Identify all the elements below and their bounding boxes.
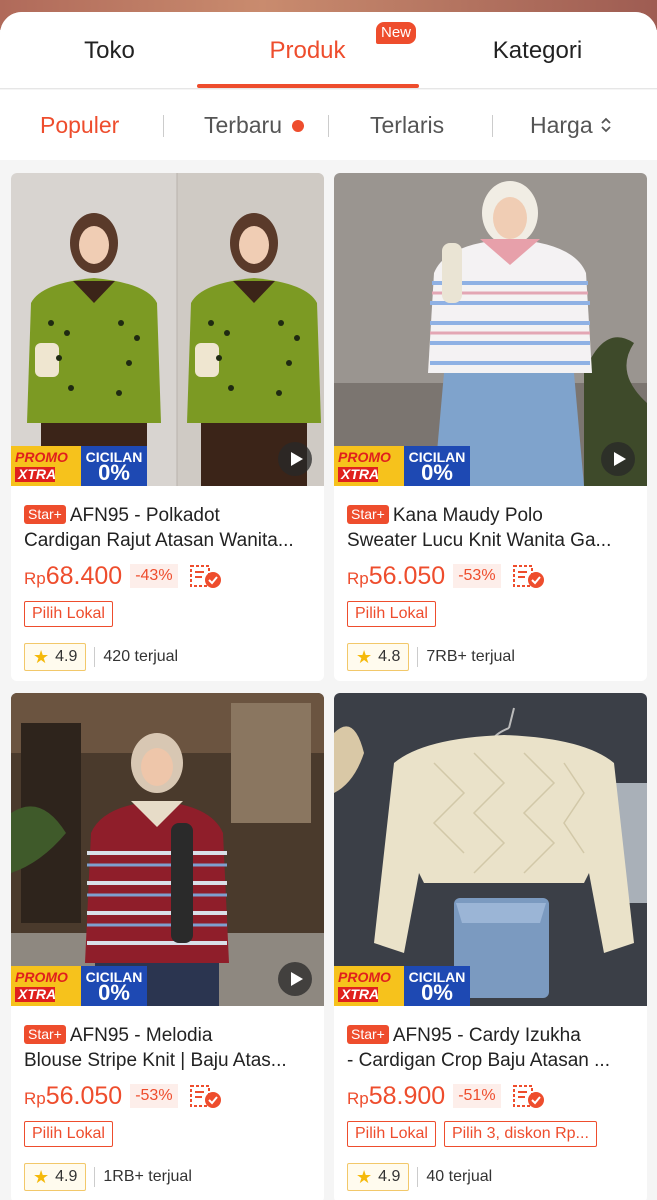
star-plus-badge: Star+ <box>347 505 389 524</box>
star-icon: ★ <box>33 1166 50 1187</box>
star-icon: ★ <box>356 1166 373 1187</box>
product-image[interactable]: PROMO XTRA CICILAN 0% <box>11 693 324 1006</box>
divider <box>417 647 419 667</box>
discount-badge: -53% <box>453 564 501 588</box>
tab-toko[interactable]: Toko <box>0 12 219 89</box>
product-card[interactable]: PROMO XTRA CICILAN 0% Star+ AFN95 - Cardy… <box>334 693 647 1200</box>
product-image[interactable]: PROMO XTRA CICILAN 0% <box>334 693 647 1006</box>
product-image[interactable]: PROMO XTRA CICILAN 0% <box>11 173 324 486</box>
promo-banner: PROMO XTRA CICILAN 0% <box>334 446 470 486</box>
sold-count: 1RB+ terjual <box>103 1168 192 1185</box>
cicilan-label: CICILAN 0% <box>81 446 147 486</box>
divider <box>417 1167 419 1187</box>
product-title: Star+ AFN95 - Melodia Blouse Stripe Knit … <box>24 1025 287 1071</box>
tab-bar: Toko Produk Kategori New <box>0 12 657 89</box>
sort-updown-icon <box>601 117 611 133</box>
sort-divider <box>163 115 164 137</box>
product-price: Rp68.400 <box>24 561 123 590</box>
sort-harga-label: Harga <box>530 111 593 138</box>
cicilan-label: CICILAN 0% <box>81 966 147 1006</box>
rating-badge: ★ 4.9 <box>24 1163 87 1191</box>
tag-list: Pilih Lokal <box>24 1121 113 1147</box>
tag-pilih-lokal: Pilih Lokal <box>24 1121 113 1147</box>
divider <box>94 1167 96 1187</box>
rating-row: ★ 4.9 1RB+ terjual <box>24 1163 192 1191</box>
promo-banner: PROMO XTRA CICILAN 0% <box>11 966 147 1006</box>
promo-xtra-label: PROMO XTRA <box>334 966 404 1006</box>
tag-pilih-lokal: Pilih Lokal <box>347 601 436 627</box>
tag-bundle-discount: Pilih 3, diskon Rp... <box>443 1121 597 1147</box>
cod-icon <box>189 1085 221 1108</box>
cod-icon <box>512 565 544 588</box>
star-plus-badge: Star+ <box>347 1025 389 1044</box>
sort-harga[interactable]: Harga <box>530 90 613 160</box>
cicilan-label: CICILAN 0% <box>404 966 470 1006</box>
cicilan-label: CICILAN 0% <box>404 446 470 486</box>
tag-list: Pilih Lokal <box>347 601 436 627</box>
rating-row: ★ 4.9 420 terjual <box>24 643 178 671</box>
tab-kategori[interactable]: Kategori <box>428 12 647 89</box>
product-card[interactable]: PROMO XTRA CICILAN 0% Star+ AFN95 - Melod… <box>11 693 324 1200</box>
rating-row: ★ 4.8 7RB+ terjual <box>347 643 515 671</box>
play-video-icon[interactable] <box>278 442 312 476</box>
new-dot-indicator <box>292 120 304 132</box>
cod-icon <box>189 565 221 588</box>
sort-bar: Populer Terbaru Terlaris Harga <box>0 90 657 160</box>
product-image[interactable]: PROMO XTRA CICILAN 0% <box>334 173 647 486</box>
divider <box>94 647 96 667</box>
tag-pilih-lokal: Pilih Lokal <box>347 1121 436 1147</box>
product-card[interactable]: PROMO XTRA CICILAN 0% Star+ Kana Maudy Po… <box>334 173 647 681</box>
play-video-icon[interactable] <box>278 962 312 996</box>
product-card[interactable]: PROMO XTRA CICILAN 0% Star+ AFN95 - Polka… <box>11 173 324 681</box>
promo-xtra-label: PROMO XTRA <box>11 446 81 486</box>
sort-divider <box>328 115 329 137</box>
rating-row: ★ 4.9 40 terjual <box>347 1163 492 1191</box>
product-price: Rp56.050 <box>24 1081 123 1110</box>
new-badge: New <box>376 22 417 44</box>
rating-badge: ★ 4.8 <box>347 643 410 671</box>
promo-xtra-label: PROMO XTRA <box>334 446 404 486</box>
product-title: Star+ Kana Maudy Polo Sweater Lucu Knit W… <box>347 505 612 551</box>
product-price: Rp58.900 <box>347 1081 446 1110</box>
tag-list: Pilih Lokal <box>24 601 113 627</box>
product-price: Rp56.050 <box>347 561 446 590</box>
price-row: Rp56.050 -53% <box>347 560 545 592</box>
sold-count: 7RB+ terjual <box>426 648 515 665</box>
sort-populer[interactable]: Populer <box>40 90 119 160</box>
product-title: Star+ AFN95 - Polkadot Cardigan Rajut Ata… <box>24 505 294 551</box>
sort-terbaru[interactable]: Terbaru <box>204 90 282 160</box>
discount-badge: -43% <box>130 564 178 588</box>
price-row: Rp68.400 -43% <box>24 560 222 592</box>
star-plus-badge: Star+ <box>24 1025 66 1044</box>
active-tab-indicator <box>197 84 419 88</box>
product-title: Star+ AFN95 - Cardy Izukha - Cardigan Cro… <box>347 1025 610 1071</box>
sold-count: 40 terjual <box>426 1168 493 1185</box>
rating-badge: ★ 4.9 <box>24 643 87 671</box>
promo-xtra-label: PROMO XTRA <box>11 966 81 1006</box>
star-plus-badge: Star+ <box>24 505 66 524</box>
price-row: Rp56.050 -53% <box>24 1080 222 1112</box>
price-row: Rp58.900 -51% <box>347 1080 545 1112</box>
tag-pilih-lokal: Pilih Lokal <box>24 601 113 627</box>
rating-badge: ★ 4.9 <box>347 1163 410 1191</box>
promo-banner: PROMO XTRA CICILAN 0% <box>334 966 470 1006</box>
play-video-icon[interactable] <box>601 442 635 476</box>
promo-banner: PROMO XTRA CICILAN 0% <box>11 446 147 486</box>
sort-divider <box>492 115 493 137</box>
tag-list: Pilih Lokal Pilih 3, diskon Rp... <box>347 1121 597 1147</box>
star-icon: ★ <box>33 646 50 667</box>
sort-terlaris[interactable]: Terlaris <box>370 90 444 160</box>
star-icon: ★ <box>356 646 373 667</box>
shop-sheet: Toko Produk Kategori New Populer Terbaru… <box>0 12 657 1200</box>
discount-badge: -53% <box>130 1084 178 1108</box>
cod-icon <box>512 1085 544 1108</box>
sold-count: 420 terjual <box>103 648 179 665</box>
discount-badge: -51% <box>453 1084 501 1108</box>
